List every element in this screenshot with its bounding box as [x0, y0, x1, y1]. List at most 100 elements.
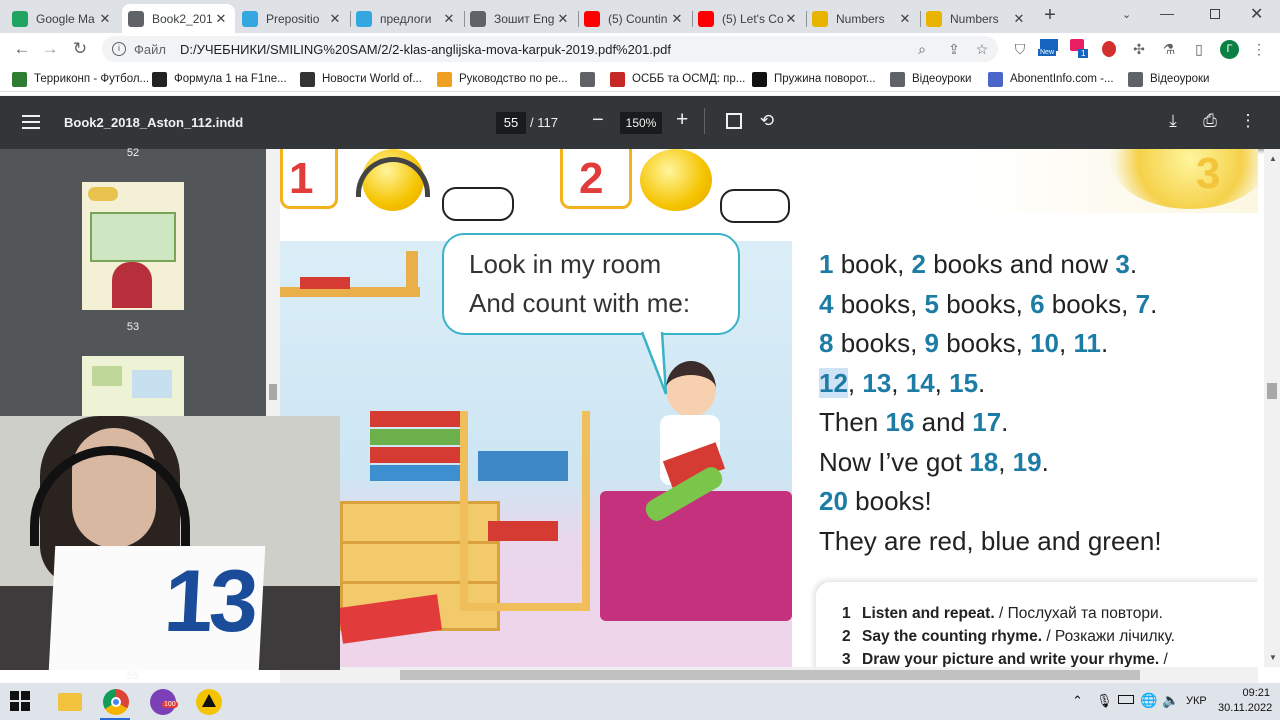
labs-flask-icon[interactable]: ⚗ [1160, 40, 1178, 58]
tray-chevron-icon[interactable]: ⌃ [1072, 693, 1083, 709]
rhyme-text: books, [939, 328, 1031, 358]
side-panel-icon[interactable]: ▯ [1190, 40, 1208, 58]
browser-toolbar: ← → ↻ i Файл D:/УЧЕБНИКИ/SMILING%20SAM/2… [0, 33, 1280, 65]
bookmark-item[interactable]: AbonentInfo.com -... [988, 70, 1114, 88]
extensions-puzzle-icon[interactable]: ✣ [1130, 40, 1148, 58]
bookmark-star-icon[interactable]: ☆ [973, 40, 991, 58]
address-bar[interactable]: i Файл D:/УЧЕБНИКИ/SMILING%20SAM/2/2-kla… [102, 36, 998, 62]
hamburger-menu-icon[interactable] [22, 115, 40, 129]
rhyme-text: . [1100, 328, 1109, 358]
microphone-icon[interactable]: 🎙 [1096, 693, 1113, 709]
puzzle-count-extension-icon[interactable]: 1 [1070, 39, 1092, 59]
close-tab-icon[interactable]: ✕ [1011, 11, 1027, 27]
bookmark-item[interactable]: Пружина поворот... [752, 70, 876, 88]
share-icon[interactable]: ⇪ [945, 40, 963, 58]
browser-tab[interactable]: Зошит Eng ✕ [464, 4, 577, 33]
rhyme-number: 17 [972, 407, 1002, 437]
bookmark-item[interactable]: ОСББ та ОСМД: пр... [610, 70, 745, 88]
wall-shelf [280, 241, 430, 301]
minimize-button[interactable]: — [1160, 5, 1174, 21]
print-icon[interactable]: ⎙ [1200, 111, 1220, 131]
forward-arrow-icon[interactable]: → [38, 37, 62, 61]
close-tab-icon[interactable]: ✕ [555, 11, 571, 27]
rhyme-text: , [1058, 328, 1074, 358]
page-horizontal-scrollbar[interactable] [280, 667, 1258, 683]
rhyme-line: 12, 13, 14, 15. [819, 364, 1162, 404]
new-tab-button[interactable]: + [1040, 5, 1060, 25]
rhyme-number: 16 [885, 407, 915, 437]
scroll-up-arrow-icon[interactable]: ▲ [1269, 154, 1277, 163]
bookmark-label: ОСББ та ОСМД: пр... [632, 73, 746, 85]
back-arrow-icon[interactable]: ← [10, 37, 34, 61]
browser-tab[interactable]: Numbers ✕ [920, 4, 1033, 33]
pdf-more-menu-icon[interactable]: ⋮ [1238, 111, 1258, 131]
profile-avatar[interactable]: Г [1220, 40, 1239, 59]
close-tab-icon[interactable]: ✕ [213, 11, 229, 27]
close-window-button[interactable]: ✕ [1250, 4, 1263, 24]
network-globe-icon[interactable]: 🌐 [1140, 692, 1157, 709]
terrikon-icon [12, 71, 27, 87]
close-tab-icon[interactable]: ✕ [669, 11, 685, 27]
viber-icon[interactable]: 100 [150, 689, 178, 715]
download-icon[interactable]: ⤓ [1163, 111, 1183, 131]
page-scroll-thumb[interactable] [1267, 383, 1277, 399]
f1-icon [152, 71, 167, 87]
thumbnail-page-number: 53 [126, 321, 140, 333]
numbers-icon [926, 10, 942, 27]
windows-start-icon[interactable] [10, 691, 30, 711]
volume-icon[interactable]: 🔈 [1162, 692, 1179, 709]
bookmark-item[interactable]: Новости World of... [300, 70, 422, 88]
browser-tab[interactable]: Numbers ✕ [806, 4, 919, 33]
bookmark-item[interactable]: Терриконп - Футбол... [12, 70, 149, 88]
task-instructions: 1 Listen and repeat. / Послухай та повтор… [816, 582, 1258, 667]
browser-tab[interactable]: Prepositio ✕ [236, 4, 349, 33]
horizontal-scroll-thumb[interactable] [400, 670, 1140, 680]
triangle-app-icon[interactable] [196, 689, 222, 715]
rotate-icon[interactable]: ⟲ [757, 111, 777, 131]
input-language[interactable]: УКР [1186, 695, 1207, 707]
shield-extension-icon[interactable]: ⛉ [1011, 40, 1029, 58]
bookmark-item[interactable]: Відеоуроки [1128, 70, 1209, 88]
browser-menu-icon[interactable]: ⋮ [1250, 40, 1268, 58]
tab-search-icon[interactable]: ⌄ [1122, 8, 1131, 21]
new-extension-icon[interactable]: New [1038, 39, 1060, 59]
close-tab-icon[interactable]: ✕ [327, 11, 343, 27]
globe-icon [580, 71, 595, 87]
bookmark-label: Руководство по ре... [459, 73, 568, 85]
fit-page-icon[interactable] [724, 111, 744, 131]
youtube-icon [584, 10, 600, 27]
browser-tab[interactable]: предлоги ✕ [350, 4, 463, 33]
browser-tab[interactable]: Google Ma ✕ [6, 4, 119, 33]
info-icon[interactable]: i [112, 42, 126, 56]
document-title: Book2_2018_Aston_112.indd [64, 115, 244, 130]
close-tab-icon[interactable]: ✕ [783, 11, 799, 27]
bookmark-item[interactable] [580, 70, 602, 88]
browser-tab[interactable]: (5) Let's Co ✕ [692, 4, 805, 33]
file-explorer-icon[interactable] [58, 689, 84, 715]
opera-extension-icon[interactable] [1102, 41, 1116, 57]
close-tab-icon[interactable]: ✕ [97, 11, 113, 27]
thumbnail-page-current[interactable] [82, 356, 184, 416]
browser-tab[interactable]: (5) Countin ✕ [578, 4, 691, 33]
bookmark-item[interactable]: Формула 1 на F1ne... [152, 70, 287, 88]
battery-icon[interactable] [1118, 695, 1134, 704]
zoom-out-button[interactable]: − [592, 109, 604, 132]
zoom-in-button[interactable]: + [676, 108, 688, 132]
close-tab-icon[interactable]: ✕ [441, 11, 457, 27]
chrome-icon[interactable] [103, 689, 129, 715]
thumbnail-page[interactable] [82, 182, 184, 310]
zoom-magnifier-icon[interactable]: ⌕ [913, 40, 931, 58]
rhyme-number: 11 [1073, 328, 1101, 358]
reload-icon[interactable]: ↻ [68, 37, 92, 61]
page-number-input[interactable]: 55 [496, 112, 526, 134]
bookmark-item[interactable]: Руководство по ре... [437, 70, 568, 88]
thumbnail-scroll-thumb[interactable] [269, 384, 277, 400]
close-tab-icon[interactable]: ✕ [897, 11, 913, 27]
scroll-down-arrow-icon[interactable]: ▼ [1269, 653, 1277, 662]
zoom-level-input[interactable]: 150% [620, 112, 662, 134]
browser-tab[interactable]: Book2_2018 ✕ [122, 4, 235, 33]
page-vertical-scrollbar[interactable]: ▲ ▼ [1264, 149, 1280, 667]
clock[interactable]: 09:21 30.11.2022 [1218, 686, 1272, 716]
restore-button[interactable] [1210, 9, 1220, 19]
bookmark-item[interactable]: Відеоуроки [890, 70, 971, 88]
